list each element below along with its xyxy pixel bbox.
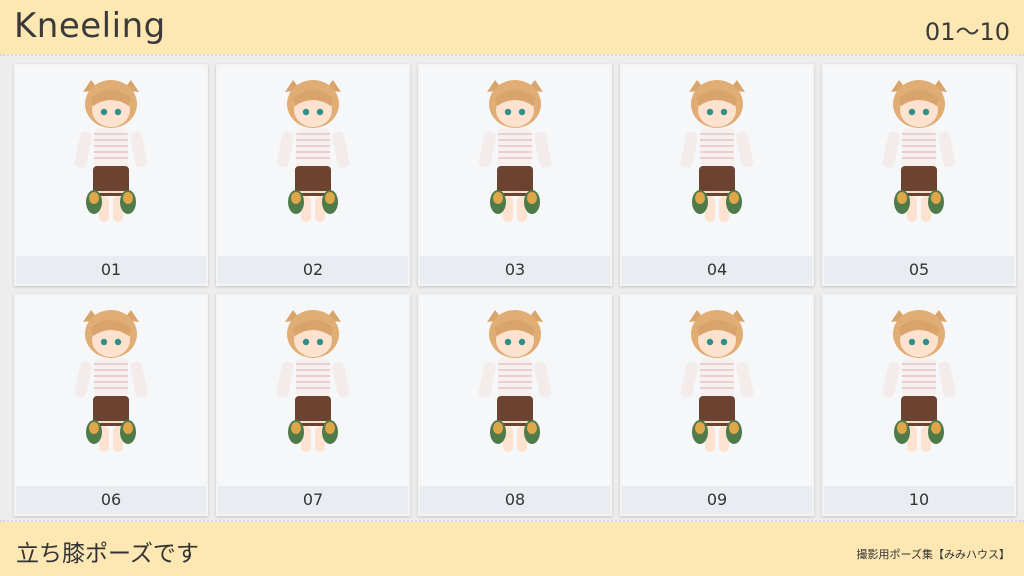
pose-number: 04 bbox=[622, 256, 812, 284]
pose-image bbox=[218, 296, 408, 486]
pose-panel: 01 02 03 04 05 06 07 08 09 10 bbox=[0, 54, 1024, 522]
pose-image bbox=[420, 296, 610, 486]
kneeling-figure-image bbox=[680, 80, 754, 222]
pose-number: 08 bbox=[420, 486, 610, 514]
pose-image bbox=[824, 66, 1014, 256]
pose-card-07[interactable]: 07 bbox=[216, 294, 410, 516]
pose-image bbox=[16, 296, 206, 486]
kneeling-figure-image bbox=[74, 80, 148, 222]
credit-text: 撮影用ポーズ集【みみハウス】 bbox=[856, 548, 1010, 561]
pose-image bbox=[16, 66, 206, 256]
pose-card-05[interactable]: 05 bbox=[822, 64, 1016, 286]
kneeling-figure-image bbox=[882, 80, 956, 222]
pose-image bbox=[824, 296, 1014, 486]
footer-bar: 立ち膝ポーズです 撮影用ポーズ集【みみハウス】 bbox=[0, 522, 1024, 576]
pose-image bbox=[622, 296, 812, 486]
pose-number: 10 bbox=[824, 486, 1014, 514]
pose-image bbox=[420, 66, 610, 256]
pose-description: 立ち膝ポーズです bbox=[16, 541, 199, 567]
pose-card-02[interactable]: 02 bbox=[216, 64, 410, 286]
pose-card-09[interactable]: 09 bbox=[620, 294, 814, 516]
pose-range-label: 01〜10 bbox=[924, 18, 1010, 46]
pose-number: 01 bbox=[16, 256, 206, 284]
header-bar: Kneeling 01〜10 bbox=[0, 0, 1024, 54]
kneeling-figure-image bbox=[276, 80, 350, 222]
kneeling-figure-image bbox=[680, 310, 754, 452]
kneeling-figure-image bbox=[478, 80, 552, 222]
pose-number: 06 bbox=[16, 486, 206, 514]
pose-number: 09 bbox=[622, 486, 812, 514]
pose-card-06[interactable]: 06 bbox=[14, 294, 208, 516]
pose-card-08[interactable]: 08 bbox=[418, 294, 612, 516]
pose-grid: 01 02 03 04 05 06 07 08 09 10 bbox=[14, 64, 1016, 516]
kneeling-figure-image bbox=[276, 310, 350, 452]
pose-card-04[interactable]: 04 bbox=[620, 64, 814, 286]
pose-number: 02 bbox=[218, 256, 408, 284]
pose-card-10[interactable]: 10 bbox=[822, 294, 1016, 516]
pose-number: 05 bbox=[824, 256, 1014, 284]
page-title: Kneeling bbox=[14, 6, 166, 46]
pose-card-03[interactable]: 03 bbox=[418, 64, 612, 286]
kneeling-figure-image bbox=[74, 310, 148, 452]
pose-number: 03 bbox=[420, 256, 610, 284]
kneeling-figure-image bbox=[882, 310, 956, 452]
pose-number: 07 bbox=[218, 486, 408, 514]
pose-image bbox=[622, 66, 812, 256]
pose-image bbox=[218, 66, 408, 256]
kneeling-figure-image bbox=[478, 310, 552, 452]
pose-card-01[interactable]: 01 bbox=[14, 64, 208, 286]
